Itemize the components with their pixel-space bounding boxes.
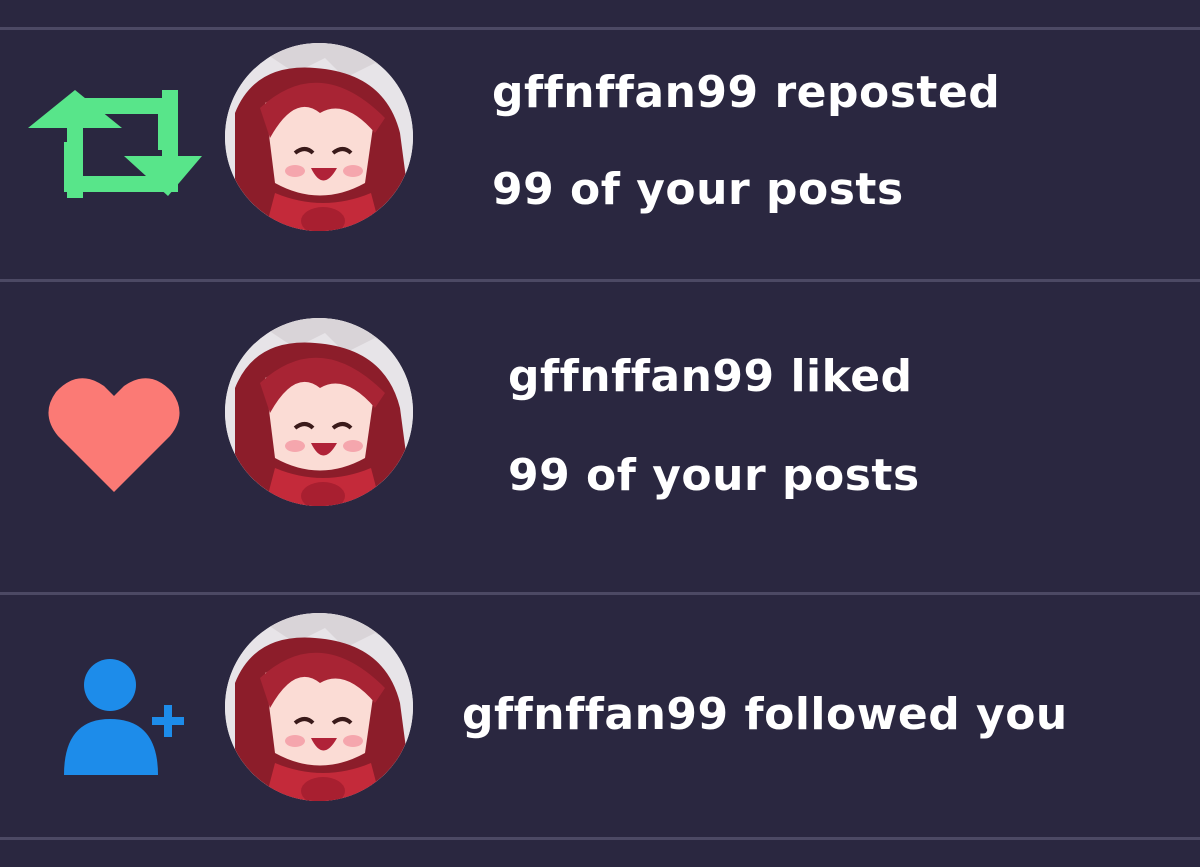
avatar[interactable] <box>225 43 413 231</box>
avatar[interactable] <box>225 318 413 506</box>
notification-text-line1: gffnffan99 reposted <box>492 67 1001 118</box>
follow-user-icon <box>62 657 196 779</box>
notification-text-line2: 99 of your posts <box>492 164 904 215</box>
repost-icon <box>28 90 202 204</box>
notification-text-line1: gffnffan99 followed you <box>462 689 1068 740</box>
divider-bottom <box>0 837 1200 840</box>
notification-text-line1: gffnffan99 liked <box>508 351 913 402</box>
notification-like[interactable]: gffnffan99 liked 99 of your posts <box>0 282 1200 592</box>
notification-follow[interactable]: gffnffan99 followed you <box>0 595 1200 837</box>
heart-icon <box>48 376 180 496</box>
notification-text-line2: 99 of your posts <box>508 450 920 501</box>
notification-repost[interactable]: gffnffan99 reposted 99 of your posts <box>0 30 1200 279</box>
avatar[interactable] <box>225 613 413 801</box>
